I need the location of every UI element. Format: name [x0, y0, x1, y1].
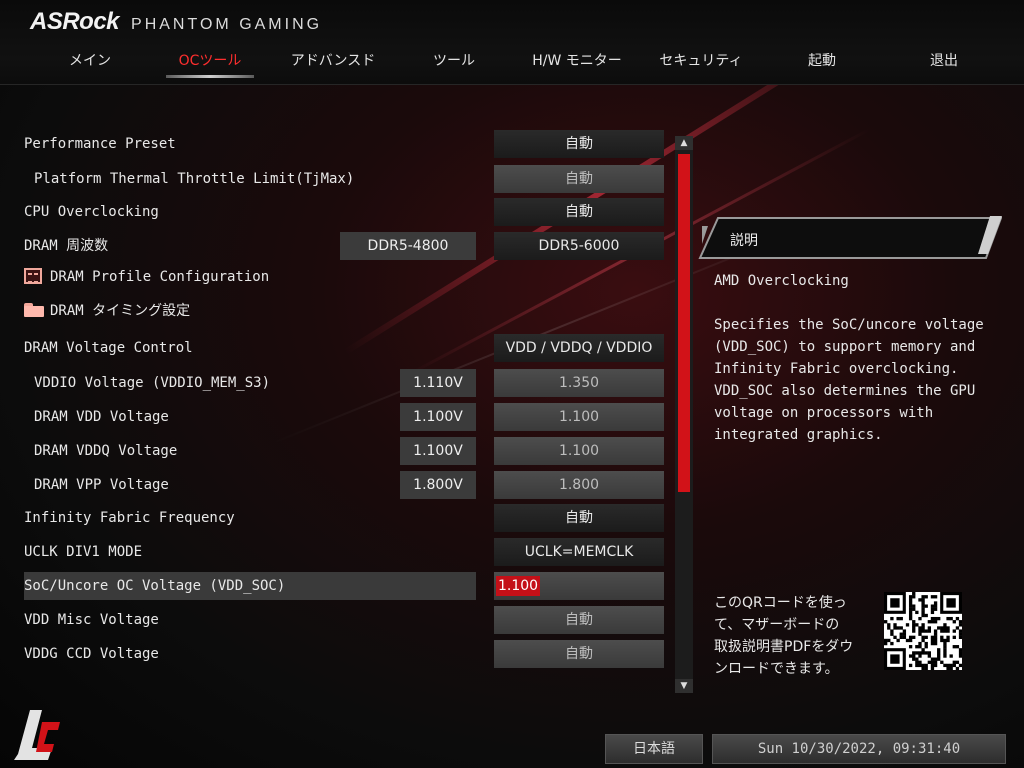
book-icon	[24, 268, 42, 284]
brand-subtitle: PHANTOM GAMING	[131, 16, 323, 33]
tab-security[interactable]: セキュリティ	[648, 46, 754, 80]
setting-label: DRAM Profile Configuration	[50, 269, 270, 285]
description-body: Specifies the SoC/uncore voltage (VDD_SO…	[714, 314, 1014, 446]
datetime-display: Sun 10/30/2022, 09:31:40	[712, 734, 1006, 764]
qr-code-icon	[884, 592, 963, 671]
setting-dram-profile[interactable]: DRAM Profile Configuration	[24, 264, 664, 290]
setting-performance-preset[interactable]: Performance Preset 自動	[24, 130, 664, 158]
setting-label: DRAM タイミング設定	[50, 303, 191, 319]
soc-voltage-value: 1.100	[496, 576, 541, 596]
setting-vdd-misc[interactable]: VDD Misc Voltage 自動	[24, 606, 664, 634]
qr-caption-line: ンロードできます。	[714, 661, 839, 677]
setting-dram-vdd-voltage[interactable]: DRAM VDD Voltage 1.100V 1.100	[24, 403, 664, 431]
scroll-up-arrow-icon[interactable]: ▲	[675, 136, 693, 150]
setting-dram-voltage-control[interactable]: DRAM Voltage Control VDD / VDDQ / VDDIO	[24, 334, 664, 362]
description-heading: AMD Overclocking	[714, 273, 849, 289]
settings-scrollbar[interactable]: ▲ ▼	[675, 136, 693, 693]
setting-label: DRAM Voltage Control	[24, 340, 193, 356]
dram-voltage-control-value[interactable]: VDD / VDDQ / VDDIO	[494, 334, 664, 362]
setting-label: Performance Preset	[24, 136, 176, 152]
setting-label: Infinity Fabric Frequency	[24, 510, 235, 526]
setting-dram-timing[interactable]: DRAM タイミング設定	[24, 298, 664, 324]
setting-label: VDD Misc Voltage	[24, 612, 159, 628]
setting-label: VDDG CCD Voltage	[24, 646, 159, 662]
description-title: 説明	[730, 233, 758, 249]
scrollbar-thumb[interactable]	[678, 154, 690, 492]
description-line: Infinity Fabric overclocking.	[714, 361, 959, 377]
status-bar: 日本語 Sun 10/30/2022, 09:31:40	[0, 726, 1024, 768]
setting-dram-vpp-voltage[interactable]: DRAM VPP Voltage 1.800V 1.800	[24, 471, 664, 499]
tab-advanced[interactable]: アドバンスド	[275, 46, 391, 80]
platform-thermal-value[interactable]: 自動	[494, 165, 664, 193]
qr-caption-line: 取扱説明書PDFをダウ	[714, 639, 854, 655]
tab-main[interactable]: メイン	[40, 46, 140, 80]
vddio-value[interactable]: 1.350	[494, 369, 664, 397]
description-line: VDD_SOC also determines the GPU	[714, 383, 976, 399]
dram-frequency-value[interactable]: DDR5-6000	[494, 232, 664, 260]
dram-frequency-current: DDR5-4800	[340, 232, 476, 260]
dram-vddq-value[interactable]: 1.100	[494, 437, 664, 465]
setting-label: DRAM 周波数	[24, 238, 109, 254]
description-line: integrated graphics.	[714, 427, 883, 443]
dram-vpp-value[interactable]: 1.800	[494, 471, 664, 499]
setting-soc-voltage[interactable]: SoC/Uncore OC Voltage (VDD_SOC) 1.100	[24, 572, 664, 600]
vddio-current: 1.110V	[400, 369, 476, 397]
performance-preset-value[interactable]: 自動	[494, 130, 664, 158]
folder-icon	[24, 303, 44, 317]
setting-label: CPU Overclocking	[24, 204, 159, 220]
setting-platform-thermal[interactable]: Platform Thermal Throttle Limit(TjMax) 自…	[24, 165, 664, 193]
tab-boot[interactable]: 起動	[782, 46, 862, 80]
setting-label: DRAM VDDQ Voltage	[34, 443, 178, 459]
main-tabs: メイン OCツール アドバンスド ツール H/W モニター セキュリティ 起動 …	[0, 46, 1024, 82]
setting-label: SoC/Uncore OC Voltage (VDD_SOC)	[24, 578, 286, 594]
setting-vddg-ccd[interactable]: VDDG CCD Voltage 自動	[24, 640, 664, 668]
setting-label: DRAM VDD Voltage	[34, 409, 169, 425]
asrock-logo: ASRock PHANTOM GAMING	[30, 8, 323, 36]
setting-cpu-overclocking[interactable]: CPU Overclocking 自動	[24, 198, 664, 226]
soc-voltage-input[interactable]: 1.100	[494, 572, 664, 600]
vdd-misc-value[interactable]: 自動	[494, 606, 664, 634]
dram-vddq-current: 1.100V	[400, 437, 476, 465]
cpu-overclocking-value[interactable]: 自動	[494, 198, 664, 226]
setting-label: DRAM VPP Voltage	[34, 477, 169, 493]
scroll-down-arrow-icon[interactable]: ▼	[675, 679, 693, 693]
setting-vddio-voltage[interactable]: VDDIO Voltage (VDDIO_MEM_S3) 1.110V 1.35…	[24, 369, 664, 397]
tab-oc-tools[interactable]: OCツール	[160, 46, 260, 80]
description-header: 説明	[698, 214, 1002, 260]
qr-caption-line: て、マザーボードの	[714, 617, 840, 633]
setting-dram-vddq-voltage[interactable]: DRAM VDDQ Voltage 1.100V 1.100	[24, 437, 664, 465]
uclk-div1-value[interactable]: UCLK=MEMCLK	[494, 538, 664, 566]
setting-label: Platform Thermal Throttle Limit(TjMax)	[34, 171, 355, 187]
description-line: (VDD_SOC) to support memory and	[714, 339, 976, 355]
tab-exit[interactable]: 退出	[904, 46, 984, 80]
description-line: Specifies the SoC/uncore voltage	[714, 317, 984, 333]
top-bar: ASRock PHANTOM GAMING メイン OCツール アドバンスド ツ…	[0, 0, 1024, 85]
tab-hw-monitor[interactable]: H/W モニター	[522, 46, 632, 80]
dram-profile-label-wrap: DRAM Profile Configuration	[24, 264, 269, 290]
tab-tools[interactable]: ツール	[414, 46, 494, 80]
description-line: voltage on processors with	[714, 405, 934, 421]
setting-dram-frequency[interactable]: DRAM 周波数 DDR5-4800 DDR5-6000	[24, 232, 664, 260]
setting-label: VDDIO Voltage (VDDIO_MEM_S3)	[34, 375, 271, 391]
dram-vdd-current: 1.100V	[400, 403, 476, 431]
setting-infinity-fabric[interactable]: Infinity Fabric Frequency 自動	[24, 504, 664, 532]
dram-vdd-value[interactable]: 1.100	[494, 403, 664, 431]
language-button[interactable]: 日本語	[605, 734, 703, 764]
dram-vpp-current: 1.800V	[400, 471, 476, 499]
infinity-fabric-value[interactable]: 自動	[494, 504, 664, 532]
setting-label: UCLK DIV1 MODE	[24, 544, 143, 560]
brand-name: ASRock	[30, 8, 120, 35]
vddg-ccd-value[interactable]: 自動	[494, 640, 664, 668]
qr-caption-line: このQRコードを使っ	[714, 595, 847, 611]
qr-caption: このQRコードを使っ て、マザーボードの 取扱説明書PDFをダウ ンロードできま…	[714, 592, 874, 680]
setting-uclk-div1[interactable]: UCLK DIV1 MODE UCLK=MEMCLK	[24, 538, 664, 566]
dram-timing-label-wrap: DRAM タイミング設定	[24, 298, 190, 324]
